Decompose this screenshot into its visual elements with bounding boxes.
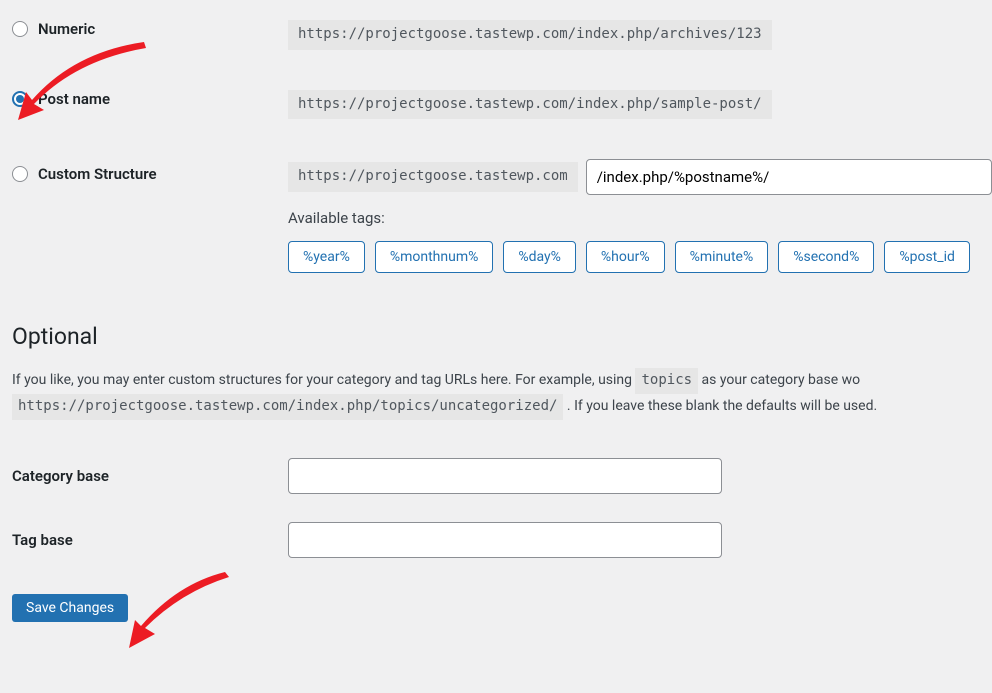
numeric-label: Numeric bbox=[38, 20, 95, 38]
postname-example: https://projectgoose.tastewp.com/index.p… bbox=[288, 90, 772, 120]
tag-button[interactable]: %monthnum% bbox=[375, 241, 494, 273]
category-base-label: Category base bbox=[12, 467, 288, 485]
option-label-group[interactable]: Custom Structure bbox=[12, 159, 288, 183]
custom-label: Custom Structure bbox=[38, 165, 157, 183]
save-changes-button[interactable]: Save Changes bbox=[12, 594, 128, 622]
optional-heading: Optional bbox=[12, 293, 992, 368]
tag-button[interactable]: %year% bbox=[288, 241, 365, 273]
custom-prefix: https://projectgoose.tastewp.com bbox=[288, 162, 578, 192]
option-row-postname: Post name https://projectgoose.tastewp.c… bbox=[12, 70, 992, 140]
tag-base-input[interactable] bbox=[288, 522, 722, 558]
tag-button[interactable]: %hour% bbox=[586, 241, 665, 273]
numeric-example: https://projectgoose.tastewp.com/index.p… bbox=[288, 20, 772, 50]
optional-description: If you like, you may enter custom struct… bbox=[12, 368, 992, 419]
category-base-input[interactable] bbox=[288, 458, 722, 494]
radio-custom[interactable] bbox=[12, 166, 28, 182]
option-label-group[interactable]: Numeric bbox=[12, 20, 288, 38]
tag-button[interactable]: %minute% bbox=[675, 241, 769, 273]
custom-structure-input[interactable] bbox=[586, 159, 992, 195]
available-tags-label: Available tags: bbox=[288, 209, 992, 227]
option-label-group[interactable]: Post name bbox=[12, 90, 288, 108]
tag-base-label: Tag base bbox=[12, 531, 288, 549]
category-base-row: Category base bbox=[12, 444, 992, 508]
code-example-url: https://projectgoose.tastewp.com/index.p… bbox=[12, 394, 563, 420]
tag-button[interactable]: %second% bbox=[778, 241, 874, 273]
annotation-arrow-icon bbox=[125, 572, 235, 660]
tag-button[interactable]: %post_id bbox=[884, 241, 970, 273]
tag-base-row: Tag base bbox=[12, 508, 992, 572]
radio-numeric[interactable] bbox=[12, 21, 28, 37]
postname-label: Post name bbox=[38, 90, 110, 108]
option-row-numeric: Numeric https://projectgoose.tastewp.com… bbox=[12, 0, 992, 70]
radio-postname[interactable] bbox=[12, 91, 28, 107]
code-topics: topics bbox=[635, 368, 698, 394]
available-tags-list: %year% %monthnum% %day% %hour% %minute% %seco… bbox=[288, 241, 992, 273]
tag-button[interactable]: %day% bbox=[503, 241, 576, 273]
option-row-custom: Custom Structure https://projectgoose.ta… bbox=[12, 139, 992, 293]
